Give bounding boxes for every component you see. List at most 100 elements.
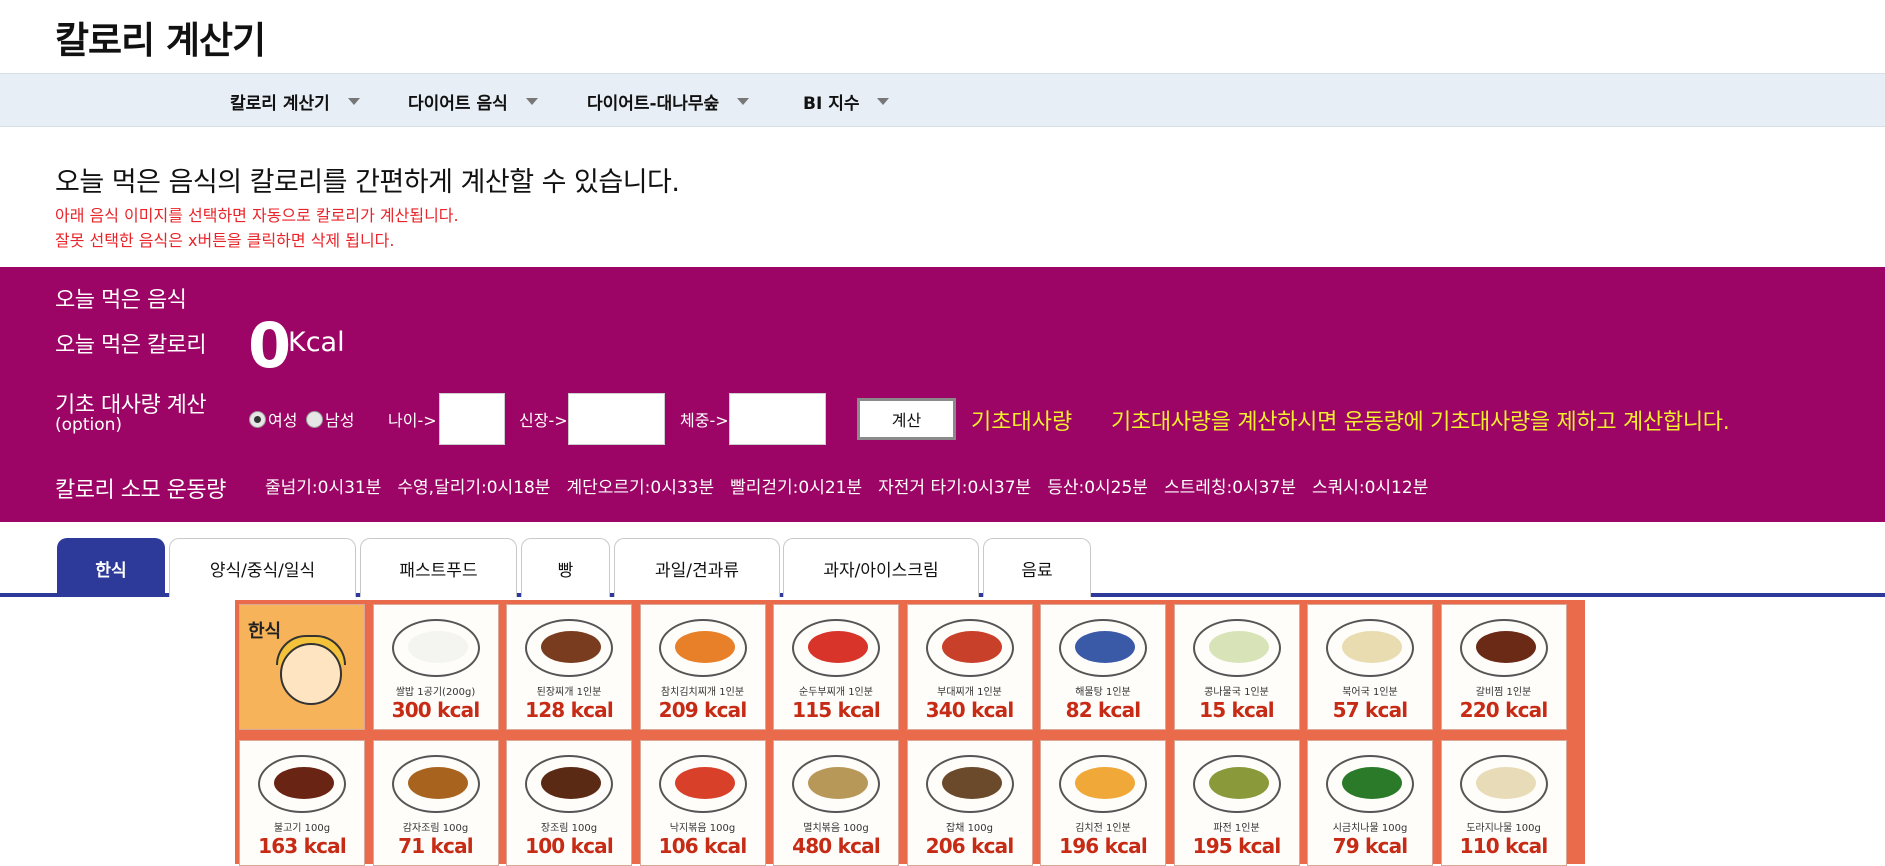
nav-item-diet-food[interactable]: 다이어트 음식: [408, 74, 538, 128]
food-dish-icon: [391, 619, 480, 677]
exercise-item: 수영,달리기:0시18분: [397, 478, 551, 498]
food-item[interactable]: 낙지볶음 100g 106 kcal: [639, 740, 766, 866]
food-item-name: 부대찌개 1인분: [937, 687, 1002, 698]
food-fill-icon: [407, 631, 468, 663]
food-item[interactable]: 된장찌개 1인분 128 kcal: [506, 604, 632, 730]
food-fill-icon: [941, 767, 1002, 799]
food-item-kcal: 163 kcal: [258, 834, 347, 858]
exercise-item: 빨리걷기:0시21분: [730, 478, 863, 498]
height-input[interactable]: [568, 393, 665, 445]
nav-item-calorie-calculator[interactable]: 칼로리 계산기: [230, 74, 360, 128]
radio-unchecked-icon[interactable]: [306, 410, 323, 428]
exercise-item: 등산:0시25분: [1047, 478, 1148, 498]
food-item-name: 콩나물국 1인분: [1204, 687, 1269, 698]
calculate-button[interactable]: 계산: [857, 398, 956, 440]
food-item-kcal: 340 kcal: [925, 698, 1015, 722]
gender-male-radio[interactable]: 남성: [306, 407, 354, 431]
food-item[interactable]: 김치전 1인분 196 kcal: [1040, 740, 1166, 866]
food-fill-icon: [541, 767, 601, 799]
food-item[interactable]: 콩나물국 1인분 15 kcal: [1173, 604, 1300, 730]
food-item[interactable]: 참치김치찌개 1인분 209 kcal: [639, 604, 766, 730]
intro-section: 오늘 먹은 음식의 칼로리를 간편하게 계산할 수 있습니다. 아래 음식 이미…: [55, 160, 680, 251]
food-dish-icon: [1059, 755, 1147, 813]
tab-snack-icecream[interactable]: 과자/아이스크림: [783, 538, 979, 597]
gender-female-radio[interactable]: 여성: [249, 407, 297, 431]
exercise-list: 줄넘기:0시31분 수영,달리기:0시18분 계단오르기:0시33분 빨리걷기:…: [265, 473, 1444, 498]
exercise-label: 칼로리 소모 운동량: [55, 478, 226, 503]
food-dish-icon: [1459, 755, 1548, 813]
food-item-kcal: 71 kcal: [398, 834, 473, 858]
food-item[interactable]: 멸치볶음 100g 480 kcal: [773, 740, 899, 866]
food-item-kcal: 110 kcal: [1459, 834, 1549, 858]
tab-fruit-nuts[interactable]: 과일/견과류: [614, 538, 780, 597]
food-item[interactable]: 잡채 100g 206 kcal: [906, 740, 1033, 866]
food-item-kcal: 480 kcal: [792, 834, 881, 858]
food-dish-icon: [525, 755, 613, 813]
food-item-name: 멸치볶음 100g: [803, 823, 869, 834]
food-item-kcal: 206 kcal: [925, 834, 1015, 858]
tab-bread[interactable]: 빵: [521, 538, 610, 597]
food-fill-icon: [941, 631, 1002, 663]
food-item-name: 낙지볶음 100g: [669, 823, 736, 834]
food-dish-icon: [658, 755, 747, 813]
food-item[interactable]: 북어국 1인분 57 kcal: [1307, 604, 1433, 730]
food-item-kcal: 115 kcal: [792, 698, 881, 722]
food-item-kcal: 15 kcal: [1199, 698, 1274, 722]
exercise-item: 줄넘기:0시31분: [265, 478, 382, 498]
nav-item-bi-index[interactable]: BI 지수: [803, 74, 890, 128]
food-dish-icon: [1192, 755, 1281, 813]
tab-fastfood[interactable]: 패스트푸드: [360, 538, 517, 597]
age-input[interactable]: [439, 393, 505, 445]
food-item[interactable]: 파전 1인분 195 kcal: [1173, 740, 1300, 866]
today-food-label: 오늘 먹은 음식: [55, 288, 187, 313]
gender-female-label: 여성: [268, 411, 298, 430]
food-fill-icon: [1075, 631, 1135, 663]
caret-down-icon: [347, 97, 360, 105]
food-item[interactable]: 불고기 100g 163 kcal: [239, 740, 365, 866]
food-item-name: 쌀밥 1공기(200g): [395, 687, 476, 698]
food-fill-icon: [1342, 631, 1402, 663]
food-item[interactable]: 순두부찌개 1인분 115 kcal: [773, 604, 899, 730]
tab-drinks[interactable]: 음료: [983, 538, 1091, 597]
food-dish-icon: [1192, 619, 1281, 677]
food-dish-icon: [525, 619, 613, 677]
caret-down-icon: [877, 97, 890, 105]
radio-checked-icon[interactable]: [249, 410, 266, 428]
food-dish-icon: [658, 619, 747, 677]
food-dish-icon: [792, 755, 880, 813]
food-item-name: 갈비찜 1인분: [1475, 687, 1532, 698]
nav-item-label: 다이어트-대나무숲: [587, 93, 720, 114]
food-item[interactable]: 갈비찜 1인분 220 kcal: [1440, 604, 1567, 730]
food-item[interactable]: 감자조림 100g 71 kcal: [372, 740, 499, 866]
food-item-name: 도라지나물 100g: [1466, 823, 1541, 834]
exercise-item: 자전거 타기:0시37분: [878, 478, 1032, 498]
food-item[interactable]: 시금치나물 100g 79 kcal: [1307, 740, 1433, 866]
food-item[interactable]: 도라지나물 100g 110 kcal: [1440, 740, 1567, 866]
food-fill-icon: [1475, 631, 1536, 663]
tab-western-chinese-japanese[interactable]: 양식/중식/일식: [169, 538, 356, 597]
food-item[interactable]: 장조림 100g 100 kcal: [506, 740, 632, 866]
food-item-name: 시금치나물 100g: [1332, 823, 1408, 834]
food-item-name: 북어국 1인분: [1342, 687, 1398, 698]
food-item[interactable]: 해물탕 1인분 82 kcal: [1040, 604, 1166, 730]
food-dish-icon: [258, 755, 346, 813]
food-item[interactable]: 부대찌개 1인분 340 kcal: [906, 604, 1033, 730]
bmr-result-label: 기초대사량: [971, 410, 1073, 435]
food-fill-icon: [1342, 767, 1402, 799]
kcal-total-value: 0: [248, 309, 292, 382]
food-item-name: 참치김치찌개 1인분: [660, 687, 745, 698]
caret-down-icon: [525, 97, 538, 105]
food-fill-icon: [1208, 631, 1269, 663]
nav-item-diet-bamboo[interactable]: 다이어트-대나무숲: [587, 74, 750, 128]
tab-korean[interactable]: 한식: [57, 538, 165, 597]
food-grid-header-label: 한식: [248, 621, 282, 642]
calorie-panel: 오늘 먹은 음식 오늘 먹은 칼로리 0 Kcal 기초 대사량 계산 (opt…: [0, 267, 1885, 522]
food-item-name: 된장찌개 1인분: [536, 687, 602, 698]
food-item-name: 파전 1인분: [1213, 823, 1260, 834]
weight-input[interactable]: [729, 393, 826, 445]
food-fill-icon: [674, 631, 735, 663]
food-item-kcal: 57 kcal: [1332, 698, 1408, 722]
food-item[interactable]: 쌀밥 1공기(200g) 300 kcal: [372, 604, 499, 730]
bmr-option-label: (option): [55, 415, 123, 435]
intro-heading: 오늘 먹은 음식의 칼로리를 간편하게 계산할 수 있습니다.: [55, 167, 680, 198]
